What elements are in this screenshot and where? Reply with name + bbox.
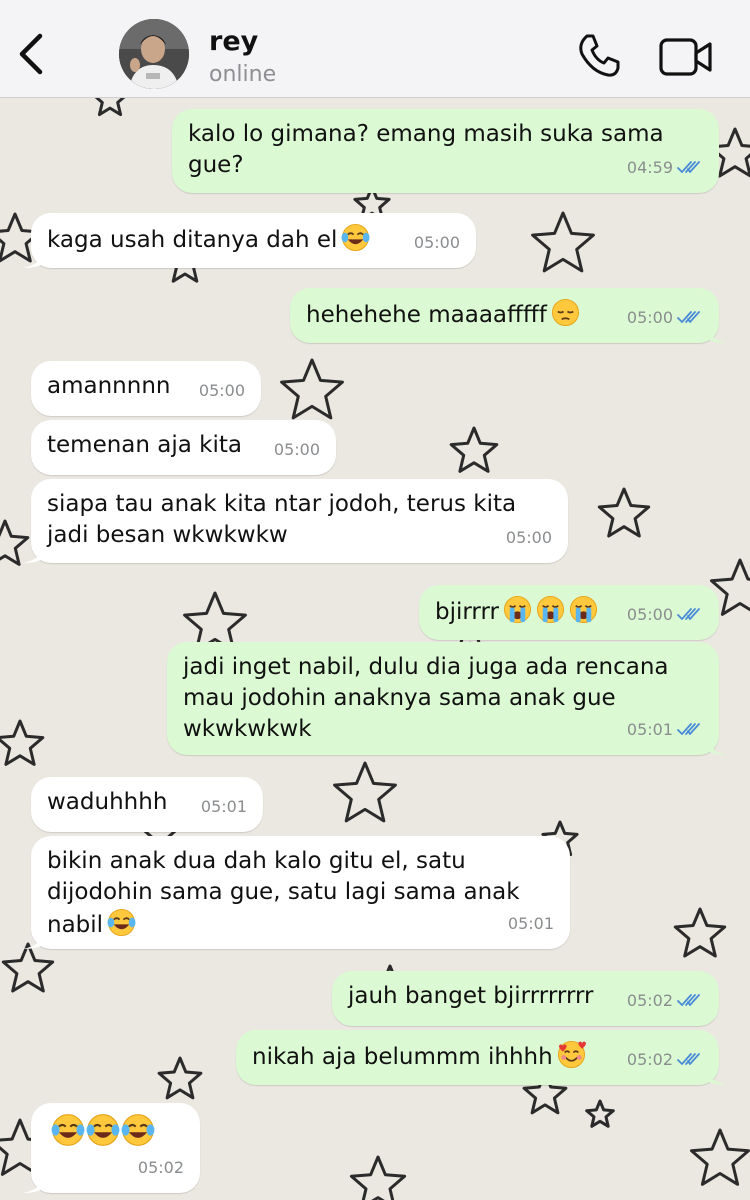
- star-doodle: [0, 719, 45, 766]
- bubble-tail: [23, 929, 45, 949]
- message-meta: 05:00: [414, 227, 460, 258]
- bubble-tail: [705, 1065, 727, 1085]
- contact-status: online: [209, 62, 277, 87]
- face-with-tears-of-joy-icon: [51, 1114, 85, 1146]
- message-meta: 05:00: [506, 522, 552, 553]
- star-doodle: [449, 426, 499, 473]
- double-check-read-icon: [677, 161, 700, 173]
- incoming-message-bubble[interactable]: temenan aja kita 05:00: [31, 420, 336, 475]
- incoming-message-bubble[interactable]: 05:02: [23, 1103, 200, 1193]
- face-with-tears-of-joy-icon: [121, 1114, 155, 1146]
- bubble-tail: [23, 248, 45, 268]
- double-check-read-icon: [677, 311, 700, 323]
- phone-icon[interactable]: [574, 32, 622, 80]
- chevron-left-icon[interactable]: [14, 32, 48, 76]
- contact-name[interactable]: rey: [209, 26, 258, 57]
- message-meta: 05:00: [199, 375, 245, 406]
- message-text: nikah aja belummm ihhhh: [252, 1044, 553, 1070]
- avatar[interactable]: [119, 19, 189, 89]
- incoming-message-bubble[interactable]: bikin anak dua dah kalo gitu el, satu di…: [23, 836, 570, 949]
- pensive-face-icon: [551, 298, 579, 327]
- double-check-read-icon: [677, 1053, 700, 1065]
- outgoing-message-bubble[interactable]: hehehehe maaaafffff 05:00: [290, 288, 727, 343]
- incoming-message-bubble[interactable]: waduhhhh 05:01: [31, 777, 263, 832]
- bubble-tail: [705, 735, 727, 755]
- star-doodle: [349, 1155, 407, 1200]
- chat-header: rey online: [0, 0, 750, 98]
- message-text: kaga usah ditanya dah el: [47, 227, 338, 253]
- message-time: 05:01: [507, 914, 554, 933]
- message-time: 04:59: [626, 158, 673, 177]
- message-text: amannnnn: [47, 373, 171, 399]
- message-text: hehehehe maaaafffff: [306, 302, 547, 328]
- message-time: 05:02: [137, 1158, 184, 1177]
- message-text: siapa tau anak kita ntar jodoh, terus ki…: [47, 491, 517, 548]
- incoming-message-bubble[interactable]: siapa tau anak kita ntar jodoh, terus ki…: [23, 479, 568, 563]
- message-meta: 04:59: [627, 152, 703, 183]
- message-time: 05:00: [626, 308, 673, 327]
- star-doodle: [157, 1056, 203, 1100]
- outgoing-message-bubble[interactable]: jadi inget nabil, dulu dia juga ada renc…: [167, 642, 727, 755]
- message-time: 05:00: [413, 233, 460, 252]
- message-meta: 05:02: [138, 1152, 184, 1183]
- outgoing-message-bubble[interactable]: bjirrrr 05:00: [419, 585, 719, 640]
- outgoing-message-bubble[interactable]: kalo lo gimana? emang masih suka sama gu…: [172, 109, 719, 193]
- message-time: 05:02: [626, 991, 673, 1010]
- face-with-tears-of-joy-icon: [341, 223, 370, 252]
- message-meta: 05:02: [627, 985, 703, 1016]
- message-text: waduhhhh: [47, 789, 168, 815]
- double-check-read-icon: [677, 608, 700, 620]
- outgoing-message-bubble[interactable]: nikah aja belummm ihhhh 05:02: [236, 1030, 727, 1085]
- star-doodle: [585, 1099, 615, 1128]
- smiling-face-with-hearts-icon: [557, 1040, 586, 1069]
- bubble-tail: [705, 323, 727, 343]
- bubble-tail: [23, 1173, 45, 1193]
- message-meta: 05:01: [201, 791, 247, 822]
- star-doodle: [531, 211, 595, 273]
- face-with-tears-of-joy-icon: [107, 908, 136, 937]
- message-time: 05:00: [626, 605, 673, 624]
- message-meta: 05:00: [627, 599, 703, 630]
- message-text: bjirrrr: [435, 599, 499, 625]
- loudly-crying-face-icon: [536, 595, 565, 624]
- message-text: kalo lo gimana? emang masih suka sama gu…: [188, 121, 664, 178]
- star-doodle: [1, 942, 55, 993]
- message-meta: 05:01: [508, 908, 554, 939]
- message-meta: 05:01: [627, 714, 703, 745]
- double-check-read-icon: [677, 723, 700, 735]
- star-doodle: [690, 1128, 750, 1186]
- message-meta: 05:02: [627, 1044, 703, 1075]
- loudly-crying-face-icon: [569, 595, 598, 624]
- incoming-message-bubble[interactable]: amannnnn 05:00: [31, 361, 261, 416]
- star-doodle: [673, 907, 727, 958]
- message-time: 05:00: [198, 381, 245, 400]
- message-text: jauh banget bjirrrrrrrr: [348, 983, 594, 1009]
- star-doodle: [280, 358, 344, 420]
- bubble-tail: [23, 543, 45, 563]
- star-doodle: [597, 487, 651, 538]
- message-text: jadi inget nabil, dulu dia juga ada renc…: [183, 654, 669, 742]
- message-time: 05:02: [626, 1050, 673, 1069]
- message-meta: 05:00: [274, 434, 320, 465]
- double-check-read-icon: [677, 994, 700, 1006]
- message-text: temenan aja kita: [47, 432, 242, 458]
- message-time: 05:01: [200, 797, 247, 816]
- star-doodle: [333, 761, 397, 823]
- video-camera-icon[interactable]: [658, 36, 714, 78]
- message-time: 05:00: [273, 440, 320, 459]
- outgoing-message-bubble[interactable]: jauh banget bjirrrrrrrr 05:02: [332, 971, 719, 1026]
- message-meta: 05:00: [627, 302, 703, 333]
- face-with-tears-of-joy-icon: [86, 1114, 120, 1146]
- incoming-message-bubble[interactable]: kaga usah ditanya dah el 05:00: [23, 213, 476, 268]
- message-time: 05:00: [505, 528, 552, 547]
- loudly-crying-face-icon: [503, 595, 532, 624]
- message-time: 05:01: [626, 720, 673, 739]
